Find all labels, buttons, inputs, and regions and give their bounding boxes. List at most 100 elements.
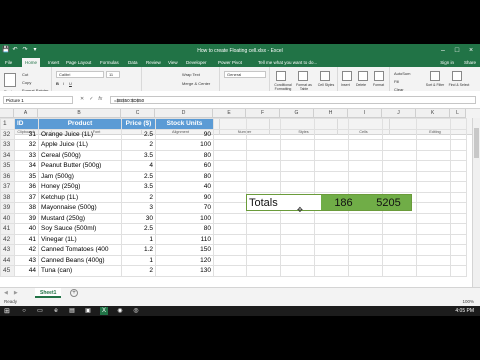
sort-filter-button[interactable]: Sort & Filter xyxy=(424,83,446,87)
cell-id[interactable]: 37 xyxy=(14,191,39,203)
column-header-l[interactable]: L xyxy=(450,109,466,118)
task-view-icon[interactable]: ▭ xyxy=(36,307,44,315)
cell[interactable] xyxy=(314,128,349,140)
app-icon[interactable]: ◎ xyxy=(132,307,140,315)
cell-units[interactable]: 70 xyxy=(155,202,214,214)
share-button[interactable]: Share xyxy=(464,60,476,65)
format-as-table-button[interactable]: Format as Table xyxy=(294,83,314,91)
cell-id[interactable]: 33 xyxy=(14,149,39,161)
row-header[interactable]: 1 xyxy=(0,118,15,130)
cell[interactable] xyxy=(382,212,417,224)
cell[interactable] xyxy=(348,265,383,277)
cell[interactable] xyxy=(280,233,315,245)
cell[interactable] xyxy=(213,212,247,224)
cell-product[interactable]: Cereal (500g) xyxy=(38,149,122,161)
cell[interactable] xyxy=(280,244,315,256)
cell[interactable] xyxy=(416,118,451,130)
app-icon[interactable]: ◉ xyxy=(116,307,124,315)
cell[interactable] xyxy=(450,191,467,203)
name-box[interactable]: Picture 1 xyxy=(3,96,73,104)
cell[interactable] xyxy=(450,265,467,277)
column-header-j[interactable]: J xyxy=(382,109,416,118)
tab-file[interactable]: File xyxy=(5,60,12,65)
cell-units[interactable]: 100 xyxy=(155,212,214,224)
maximize-button[interactable]: □ xyxy=(450,46,464,55)
cell[interactable] xyxy=(280,128,315,140)
cell-units[interactable]: 60 xyxy=(155,160,214,172)
cell[interactable] xyxy=(280,254,315,266)
cell[interactable] xyxy=(246,265,281,277)
column-header-b[interactable]: B xyxy=(38,109,121,118)
cell-units[interactable]: 150 xyxy=(155,244,214,256)
cell[interactable] xyxy=(416,170,451,182)
vertical-scrollbar[interactable] xyxy=(472,118,480,287)
cell[interactable] xyxy=(416,244,451,256)
format-button[interactable]: Format xyxy=(373,83,384,87)
cell[interactable] xyxy=(280,118,315,130)
cell-id[interactable]: 44 xyxy=(14,265,39,277)
cell[interactable] xyxy=(246,181,281,193)
add-sheet-button[interactable]: + xyxy=(70,289,78,297)
cell-id[interactable]: 35 xyxy=(14,170,39,182)
cell[interactable] xyxy=(246,128,281,140)
cell[interactable] xyxy=(246,254,281,266)
delete-cells-icon[interactable] xyxy=(358,71,368,81)
cell[interactable] xyxy=(450,149,467,161)
cell[interactable] xyxy=(416,233,451,245)
cell-price[interactable]: 4 xyxy=(121,160,156,172)
floating-totals-picture[interactable]: Totals 186 5205 xyxy=(246,194,412,211)
cell-id[interactable]: 34 xyxy=(14,160,39,172)
paste-icon[interactable] xyxy=(4,73,16,87)
tab-formulas[interactable]: Formulas xyxy=(100,60,119,65)
cancel-icon[interactable]: ✕ xyxy=(80,96,84,102)
explorer-icon[interactable]: ▤ xyxy=(68,307,76,315)
number-format-select[interactable]: General xyxy=(224,71,266,78)
minimize-button[interactable]: – xyxy=(436,46,450,55)
copy-button[interactable]: Copy xyxy=(22,80,31,85)
cell[interactable] xyxy=(213,181,247,193)
cell[interactable] xyxy=(450,244,467,256)
select-all-corner[interactable] xyxy=(0,109,14,118)
format-cells-icon[interactable] xyxy=(374,71,384,81)
cell[interactable] xyxy=(416,223,451,235)
italic-button[interactable]: I xyxy=(63,81,64,86)
cell-price[interactable]: 2.5 xyxy=(121,170,156,182)
tab-review[interactable]: Review xyxy=(146,60,161,65)
cell[interactable] xyxy=(450,223,467,235)
cell[interactable] xyxy=(450,254,467,266)
cell-price[interactable]: 3.5 xyxy=(121,149,156,161)
cell-product[interactable]: Apple Juice (1L) xyxy=(38,139,122,151)
fx-icon[interactable]: fx xyxy=(98,96,102,102)
row-header[interactable]: 41 xyxy=(0,223,15,235)
cell[interactable] xyxy=(382,128,417,140)
formula-input[interactable]: =$B$50:$D$50 xyxy=(110,96,476,104)
cell[interactable] xyxy=(348,149,383,161)
cell-product[interactable]: Canned Tomatoes (400 xyxy=(38,244,122,256)
cell[interactable] xyxy=(314,118,349,130)
cell-product[interactable]: Honey (250g) xyxy=(38,181,122,193)
tab-developer[interactable]: Developer xyxy=(186,60,207,65)
cell-units[interactable]: 120 xyxy=(155,254,214,266)
cell[interactable] xyxy=(246,149,281,161)
header-product[interactable]: Product xyxy=(38,118,122,130)
cell[interactable] xyxy=(213,149,247,161)
cell[interactable] xyxy=(314,149,349,161)
conditional-formatting-icon[interactable] xyxy=(276,71,286,81)
row-header[interactable]: 38 xyxy=(0,191,15,203)
cell[interactable] xyxy=(348,139,383,151)
cell-units[interactable]: 100 xyxy=(155,139,214,151)
cell-price[interactable]: 2.5 xyxy=(121,128,156,140)
cell[interactable] xyxy=(314,233,349,245)
cell[interactable] xyxy=(382,244,417,256)
conditional-formatting-button[interactable]: Conditional Formatting xyxy=(272,83,294,91)
row-header[interactable]: 36 xyxy=(0,170,15,182)
cell-product[interactable]: Mayonnaise (500g) xyxy=(38,202,122,214)
cell[interactable] xyxy=(416,160,451,172)
cell[interactable] xyxy=(348,254,383,266)
row-header[interactable]: 43 xyxy=(0,244,15,256)
column-header-e[interactable]: E xyxy=(213,109,246,118)
cell[interactable] xyxy=(213,139,247,151)
store-icon[interactable]: ▣ xyxy=(84,307,92,315)
autosum-button[interactable]: AutoSum xyxy=(394,71,410,76)
cell-units[interactable]: 90 xyxy=(155,128,214,140)
